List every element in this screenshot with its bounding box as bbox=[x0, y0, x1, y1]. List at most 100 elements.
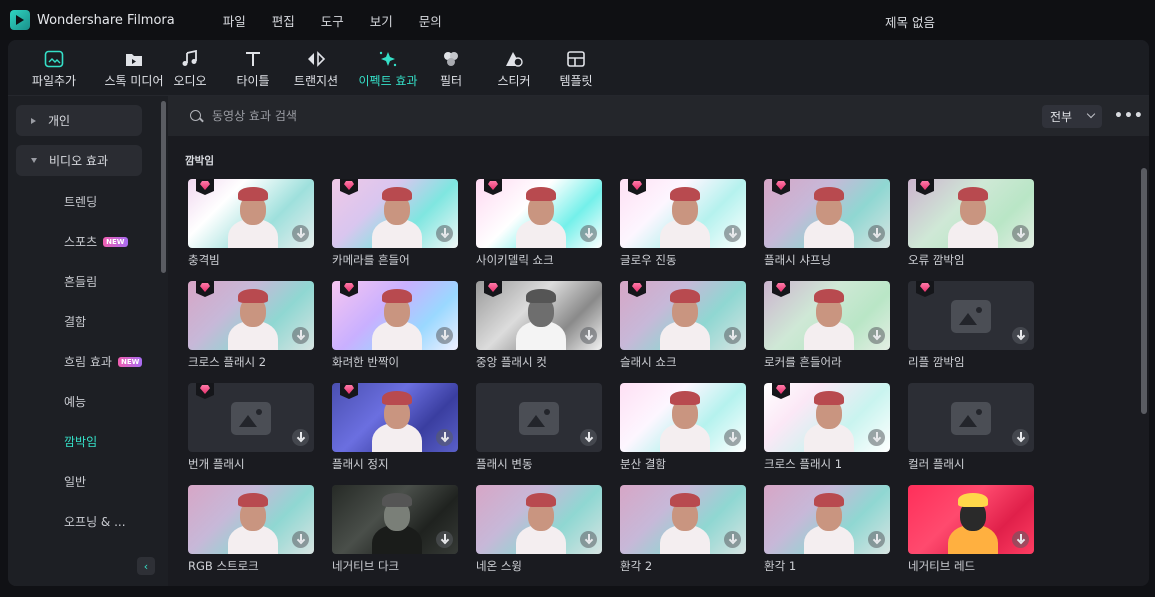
effect-card[interactable]: 크로스 플래시 1 bbox=[764, 383, 890, 472]
effect-thumbnail[interactable] bbox=[476, 281, 602, 350]
effect-thumbnail[interactable] bbox=[332, 179, 458, 248]
image-placeholder-icon bbox=[519, 402, 559, 435]
effect-card[interactable]: 크로스 플래시 2 bbox=[188, 281, 314, 370]
download-icon[interactable] bbox=[1012, 531, 1029, 548]
menu-item[interactable]: 도구 bbox=[308, 11, 357, 30]
download-icon[interactable] bbox=[436, 225, 453, 242]
toolbar-tab[interactable]: 템플릿 bbox=[536, 50, 616, 89]
effect-thumbnail[interactable] bbox=[332, 485, 458, 554]
download-icon[interactable] bbox=[868, 531, 885, 548]
toolbar-tab-label: 필터 bbox=[439, 74, 463, 88]
effect-thumbnail[interactable] bbox=[620, 179, 746, 248]
download-icon[interactable] bbox=[436, 327, 453, 344]
effect-card[interactable]: 네거티브 다크 bbox=[332, 485, 458, 574]
sidebar-item[interactable]: 스포츠 NEW bbox=[64, 233, 128, 250]
filter-dropdown[interactable]: 전부 bbox=[1042, 105, 1102, 128]
effect-thumbnail[interactable] bbox=[908, 383, 1034, 452]
effect-thumbnail[interactable] bbox=[908, 281, 1034, 350]
effect-card[interactable]: 오류 깜박임 bbox=[908, 179, 1034, 268]
effect-card[interactable]: 번개 플래시 bbox=[188, 383, 314, 472]
effect-thumbnail[interactable] bbox=[188, 281, 314, 350]
effect-card[interactable]: 분산 결함 bbox=[620, 383, 746, 472]
download-icon[interactable] bbox=[580, 225, 597, 242]
download-icon[interactable] bbox=[292, 531, 309, 548]
effect-card[interactable]: 플래시 샤프닝 bbox=[764, 179, 890, 268]
sidebar-item[interactable]: 오프닝 & ... bbox=[64, 513, 126, 530]
category-personal[interactable]: 개인 bbox=[16, 105, 142, 136]
toolbar-tab[interactable]: 트랜지션 bbox=[276, 50, 356, 89]
effect-card[interactable]: 환각 1 bbox=[764, 485, 890, 574]
grid-scrollbar[interactable] bbox=[1141, 168, 1147, 414]
effect-card[interactable]: 충격빔 bbox=[188, 179, 314, 268]
effect-thumbnail[interactable] bbox=[188, 179, 314, 248]
effect-card[interactable]: 컬러 플래시 bbox=[908, 383, 1034, 472]
effect-card[interactable]: 사이키델릭 쇼크 bbox=[476, 179, 602, 268]
effect-thumbnail[interactable] bbox=[476, 179, 602, 248]
download-icon[interactable] bbox=[292, 225, 309, 242]
effect-thumbnail[interactable] bbox=[908, 485, 1034, 554]
search-input[interactable] bbox=[212, 106, 712, 126]
download-icon[interactable] bbox=[436, 429, 453, 446]
download-icon[interactable] bbox=[724, 531, 741, 548]
sidebar-item[interactable]: 흐림 효과 NEW bbox=[64, 353, 143, 370]
download-icon[interactable] bbox=[724, 327, 741, 344]
effect-card[interactable]: 카메라를 흔들어 bbox=[332, 179, 458, 268]
effect-thumbnail[interactable] bbox=[188, 485, 314, 554]
effect-card[interactable]: 플래시 변동 bbox=[476, 383, 602, 472]
collapse-sidebar-button[interactable]: ‹ bbox=[137, 557, 155, 575]
download-icon[interactable] bbox=[580, 429, 597, 446]
download-icon[interactable] bbox=[292, 429, 309, 446]
download-icon[interactable] bbox=[1012, 225, 1029, 242]
download-icon[interactable] bbox=[580, 531, 597, 548]
download-icon[interactable] bbox=[580, 327, 597, 344]
effect-thumbnail[interactable] bbox=[764, 383, 890, 452]
effect-thumbnail[interactable] bbox=[764, 281, 890, 350]
effect-thumbnail[interactable] bbox=[620, 383, 746, 452]
effect-card[interactable]: 네온 스윙 bbox=[476, 485, 602, 574]
effect-card[interactable]: 중앙 플래시 컷 bbox=[476, 281, 602, 370]
effect-card[interactable]: 리플 깜박임 bbox=[908, 281, 1034, 370]
effect-card[interactable]: 네거티브 레드 bbox=[908, 485, 1034, 574]
sidebar-item[interactable]: 일반 bbox=[64, 473, 86, 490]
effect-thumbnail[interactable] bbox=[620, 485, 746, 554]
effect-card[interactable]: 플래시 정지 bbox=[332, 383, 458, 472]
sidebar-item[interactable]: 결함 bbox=[64, 313, 86, 330]
download-icon[interactable] bbox=[436, 531, 453, 548]
effect-thumbnail[interactable] bbox=[908, 179, 1034, 248]
download-icon[interactable] bbox=[868, 225, 885, 242]
download-icon[interactable] bbox=[868, 429, 885, 446]
menu-item[interactable]: 파일 bbox=[210, 11, 259, 30]
toolbar-tab[interactable]: 파일추가 bbox=[14, 50, 94, 89]
new-badge: NEW bbox=[103, 236, 128, 247]
more-options-button[interactable]: ••• bbox=[1114, 108, 1144, 124]
menu-item[interactable]: 편집 bbox=[259, 11, 308, 30]
effect-thumbnail[interactable] bbox=[188, 383, 314, 452]
menu-item[interactable]: 문의 bbox=[406, 11, 455, 30]
sidebar-item[interactable]: 트렌딩 bbox=[64, 193, 97, 210]
download-icon[interactable] bbox=[724, 225, 741, 242]
sidebar-item[interactable]: 흔들림 bbox=[64, 273, 97, 290]
category-video-effects[interactable]: 비디오 효과 bbox=[16, 145, 142, 176]
download-icon[interactable] bbox=[724, 429, 741, 446]
effect-card[interactable]: 글로우 진동 bbox=[620, 179, 746, 268]
download-icon[interactable] bbox=[1012, 327, 1029, 344]
effect-card[interactable]: 슬래시 쇼크 bbox=[620, 281, 746, 370]
effect-thumbnail[interactable] bbox=[620, 281, 746, 350]
effect-thumbnail[interactable] bbox=[764, 485, 890, 554]
download-icon[interactable] bbox=[292, 327, 309, 344]
menu-item[interactable]: 보기 bbox=[357, 11, 406, 30]
download-icon[interactable] bbox=[1012, 429, 1029, 446]
effect-thumbnail[interactable] bbox=[764, 179, 890, 248]
effect-thumbnail[interactable] bbox=[332, 383, 458, 452]
sidebar-scrollbar[interactable] bbox=[161, 101, 166, 273]
effect-thumbnail[interactable] bbox=[476, 383, 602, 452]
effect-card[interactable]: 환각 2 bbox=[620, 485, 746, 574]
download-icon[interactable] bbox=[868, 327, 885, 344]
sidebar-item[interactable]: 깜박임 bbox=[64, 433, 97, 450]
effect-thumbnail[interactable] bbox=[332, 281, 458, 350]
effect-thumbnail[interactable] bbox=[476, 485, 602, 554]
effect-card[interactable]: RGB 스트로크 bbox=[188, 485, 314, 574]
effect-card[interactable]: 화려한 반짝이 bbox=[332, 281, 458, 370]
sidebar-item[interactable]: 예능 bbox=[64, 393, 86, 410]
effect-card[interactable]: 로커를 흔들어라 bbox=[764, 281, 890, 370]
